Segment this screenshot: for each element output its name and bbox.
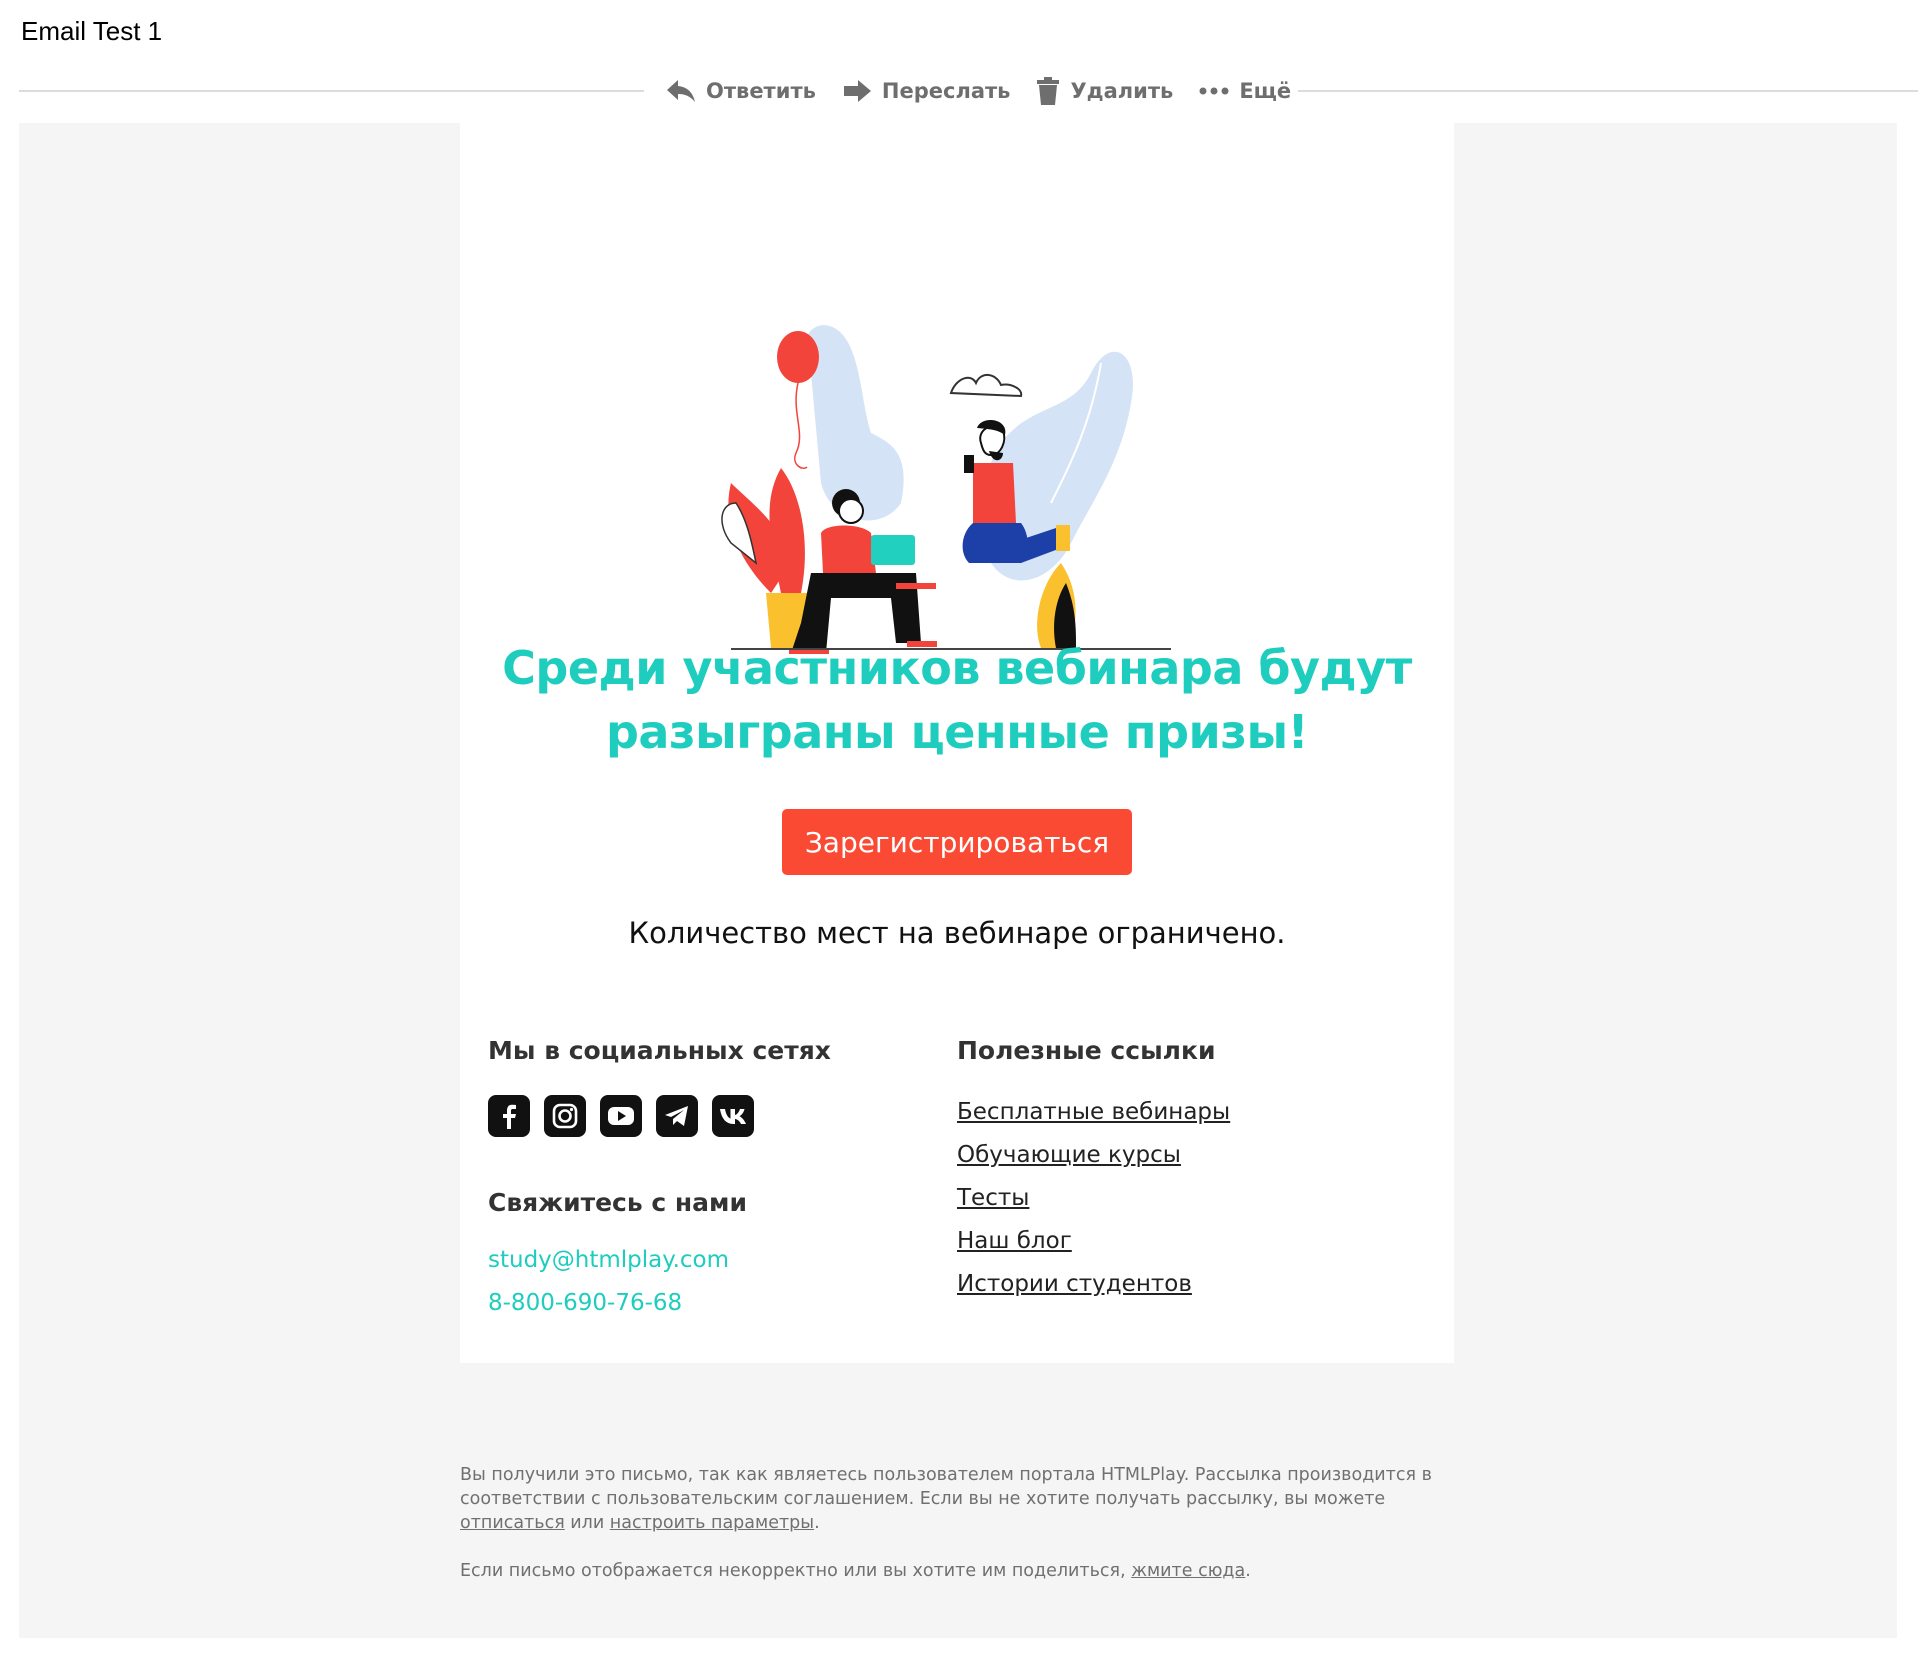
vk-icon[interactable] (712, 1095, 754, 1137)
limit-note: Количество мест на вебинаре ограничено. (628, 916, 1286, 950)
toolbar-divider-right (1298, 90, 1918, 92)
link-tests[interactable]: Тесты (957, 1177, 1397, 1220)
link-courses[interactable]: Обучающие курсы (957, 1134, 1397, 1177)
email-card: Среди участников вебинара будут разыгран… (460, 123, 1454, 1363)
register-button[interactable]: Зарегистрироваться (782, 809, 1132, 875)
contact-email-link[interactable]: study@htmlplay.com (488, 1239, 928, 1282)
link-blog[interactable]: Наш блог (957, 1220, 1397, 1263)
useful-links-title: Полезные ссылки (957, 1036, 1216, 1065)
more-button[interactable]: Ещё (1199, 79, 1291, 103)
forward-button[interactable]: Переслать (842, 78, 1011, 104)
footer-paragraph-1: Вы получили это письмо, так как являетес… (460, 1463, 1460, 1535)
more-label: Ещё (1239, 79, 1292, 103)
social-title: Мы в социальных сетях (488, 1036, 831, 1065)
unsubscribe-link[interactable]: отписаться (460, 1513, 565, 1533)
contact-title: Свяжитесь с нами (488, 1188, 748, 1217)
link-free-webinars[interactable]: Бесплатные вебинары (957, 1091, 1397, 1134)
more-dots-icon (1199, 86, 1229, 96)
headline-line-2: разыграны ценные призы! (605, 705, 1309, 759)
footer-p2-text-b: . (1245, 1561, 1251, 1581)
social-contact-column: Мы в социальных сетях Свяжитесь с нами s… (488, 1033, 928, 1325)
webinar-illustration (711, 203, 1201, 663)
reply-button[interactable]: Ответить (666, 78, 816, 104)
settings-link[interactable]: настроить параметры (610, 1513, 814, 1533)
toolbar-divider-left (19, 90, 644, 92)
social-icons (488, 1095, 928, 1137)
headline: Среди участников вебинара будут разыгран… (460, 636, 1454, 764)
useful-links-column: Полезные ссылки Бесплатные вебинары Обуч… (957, 1033, 1397, 1306)
contact-phone-link[interactable]: 8-800-690-76-68 (488, 1282, 928, 1325)
footer-p1-text-b: или (564, 1513, 610, 1533)
telegram-icon[interactable] (656, 1095, 698, 1137)
facebook-icon[interactable] (488, 1095, 530, 1137)
delete-button[interactable]: Удалить (1036, 76, 1173, 106)
link-student-stories[interactable]: Истории студентов (957, 1263, 1397, 1306)
click-here-link[interactable]: жмите сюда (1131, 1561, 1245, 1581)
forward-label: Переслать (881, 79, 1011, 103)
footer-p2-text-a: Если письмо отображается некорректно или… (460, 1561, 1132, 1581)
headline-line-1: Среди участников вебинара будут (502, 641, 1412, 695)
delete-label: Удалить (1070, 79, 1174, 103)
instagram-icon[interactable] (544, 1095, 586, 1137)
footer-p1-text-c: . (814, 1513, 820, 1533)
youtube-icon[interactable] (600, 1095, 642, 1137)
email-subject: Email Test 1 (21, 16, 163, 46)
trash-icon (1036, 76, 1060, 106)
footer-paragraph-2: Если письмо отображается некорректно или… (460, 1559, 1460, 1583)
email-toolbar: Ответить Переслать Удалить Ещё (666, 72, 1291, 110)
forward-icon (842, 78, 872, 104)
footer-text: Вы получили это письмо, так как являетес… (460, 1463, 1460, 1607)
reply-icon (666, 78, 696, 104)
reply-label: Ответить (706, 79, 816, 103)
footer-p1-text-a: Вы получили это письмо, так как являетес… (460, 1465, 1432, 1509)
